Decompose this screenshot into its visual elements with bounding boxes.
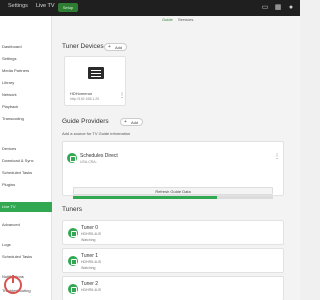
tuner-row[interactable]: Tuner 1 HDHR5-4US Watching [62,248,284,273]
sidebar-item-network[interactable]: Network [0,90,52,100]
tuner-model: HDHR5-4US [81,260,102,264]
tuner-device-icon [88,67,104,79]
refresh-guide-button[interactable]: Refresh Guide Data [73,187,273,195]
sidebar-item-scheduled-tasks[interactable]: Scheduled Tasks [0,168,52,178]
tuner-icon [68,256,78,266]
tuner-device-ip: http://192.168.1.20 [70,97,100,101]
sidebar-item-playback[interactable]: Playback [0,102,52,112]
tuner-devices-heading: Tuner Devices [62,43,104,50]
main-content: Guide Services Tuner Devices + Add HDHom… [52,16,300,300]
sidebar-item-tasks[interactable]: Scheduled Tasks [0,252,52,262]
tuner-row[interactable]: Tuner 0 HDHR5-4US Watching [62,220,284,245]
power-icon[interactable] [4,275,22,294]
tuner-status: Watching [81,238,96,242]
tuner-row[interactable]: Tuner 2 HDHR5-4US [62,276,284,300]
tuner-model: HDHR5-4US [81,232,102,236]
tuner-device-name: HDHomerun [70,91,93,96]
plus-icon: + [124,119,127,125]
sidebar-item-devices[interactable]: Devices [0,144,52,154]
tuner-icon [68,284,78,294]
tab-bar: Guide Services [52,16,300,26]
setup-badge[interactable]: Setup [58,3,78,12]
progress-fill [73,196,217,199]
tuner-name: Tuner 1 [81,253,99,259]
sidebar-item-live-tv[interactable]: Live TV [0,202,52,212]
tuner-model: HDHR5-4US [81,288,102,292]
guide-providers-heading: Guide Providers [62,118,109,125]
sidebar-item-download-sync[interactable]: Download & Sync [0,156,52,166]
cast-icon[interactable]: ▭ [260,3,270,13]
plus-icon: + [108,44,111,50]
tuner-device-menu-icon[interactable]: ⋮ [119,93,125,99]
tuners-heading: Tuners [62,206,82,213]
sidebar-item-library[interactable]: Library [0,78,52,88]
app-window: Settings Live TV Setup ▭ ▦ ● Dashboard S… [0,0,300,300]
tuner-icon [68,228,78,238]
tuner-name: Tuner 2 [81,281,99,287]
sidebar-item-plugins[interactable]: Plugins [0,180,52,190]
guide-provider-card: Schedules Direct USA-CRA- ⋮ Refresh Guid… [62,141,284,199]
provider-icon [67,153,77,163]
tab-services[interactable]: Services [178,17,193,22]
sidebar-item-media-partners[interactable]: Media Partners [0,66,52,76]
add-provider-button[interactable]: + Add [120,118,144,126]
provider-name[interactable]: Schedules Direct [80,153,118,159]
sidebar-item-advanced[interactable]: Advanced [0,220,52,230]
add-tuner-label: Add [115,45,123,50]
tuner-device-card[interactable]: HDHomerun http://192.168.1.20 ⋮ [64,56,126,106]
add-provider-label: Add [131,120,139,125]
tuner-name: Tuner 0 [81,225,99,231]
guide-refresh-progress [73,196,273,199]
top-bar: Settings Live TV Setup ▭ ▦ ● [0,0,300,16]
sidebar-item-dashboard[interactable]: Dashboard [0,42,52,52]
sidebar-item-settings[interactable]: Settings [0,54,52,64]
activity-icon[interactable]: ▦ [273,3,283,13]
add-tuner-button[interactable]: + Add [104,43,128,51]
provider-region: USA-CRA- [80,160,97,164]
section-title: Live TV [36,3,55,9]
sidebar-item-logs[interactable]: Logs [0,240,52,250]
sidebar: Dashboard Settings Media Partners Librar… [0,16,52,300]
sidebar-item-transcoding[interactable]: Transcoding [0,114,52,124]
guide-provider-hint: Add a source for TV Guide information [62,131,131,136]
tuner-status: Watching [81,266,96,270]
app-title[interactable]: Settings [8,3,28,9]
user-icon[interactable]: ● [286,3,296,13]
tab-guide[interactable]: Guide [162,17,173,22]
provider-menu-icon[interactable]: ⋮ [274,154,280,160]
